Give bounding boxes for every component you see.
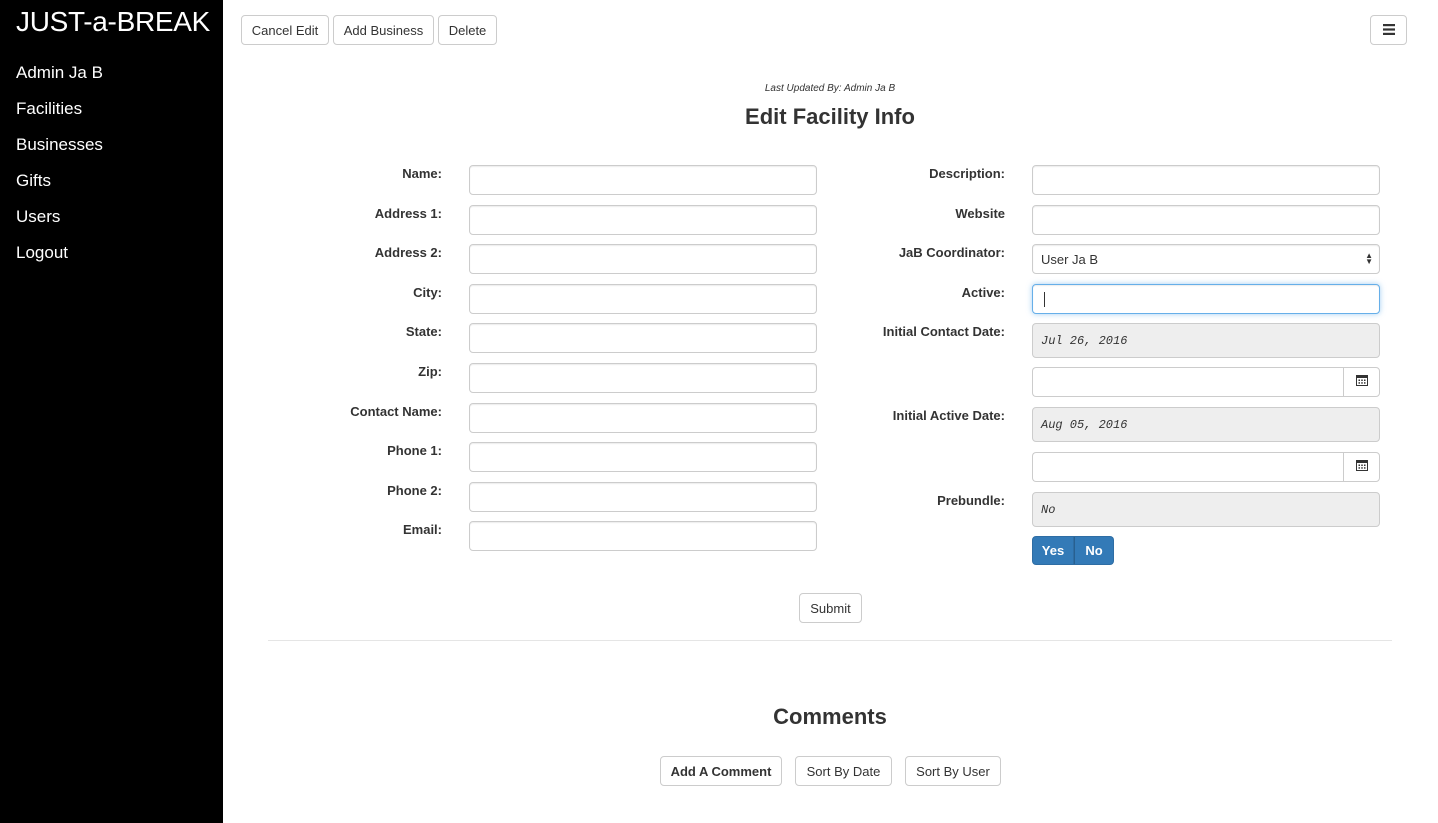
phone1-label: Phone 1: — [387, 443, 442, 458]
address1-input[interactable] — [469, 205, 817, 235]
website-label: Website — [955, 206, 1005, 221]
prebundle-label: Prebundle: — [937, 493, 1005, 508]
cancel-edit-button[interactable]: Cancel Edit — [241, 15, 329, 45]
calendar-icon — [1355, 373, 1368, 391]
zip-input[interactable] — [469, 363, 817, 393]
initial-contact-calendar-button[interactable] — [1343, 367, 1380, 397]
address2-label: Address 2: — [374, 245, 442, 260]
prebundle-toggle: Yes No — [1032, 536, 1114, 565]
email-input[interactable] — [469, 521, 817, 551]
email-label: Email: — [402, 522, 442, 537]
name-input[interactable] — [469, 165, 817, 195]
city-label: City: — [413, 285, 442, 300]
comments-title: Comments — [773, 704, 887, 729]
add-business-button[interactable]: Add Business — [333, 15, 434, 45]
hamburger-menu-icon — [1382, 23, 1395, 38]
prebundle-no-button[interactable]: No — [1074, 536, 1114, 565]
name-label: Name: — [402, 166, 442, 181]
section-divider — [268, 640, 1392, 641]
initial-contact-date-input[interactable] — [1032, 367, 1344, 397]
phone1-input[interactable] — [469, 442, 817, 472]
sort-by-user-button[interactable]: Sort By User — [905, 756, 1001, 786]
active-input[interactable] — [1032, 284, 1380, 314]
address1-label: Address 1: — [374, 206, 442, 221]
prebundle-display: No — [1032, 492, 1380, 527]
description-label: Description: — [929, 166, 1005, 181]
calendar-icon — [1355, 458, 1368, 476]
initial-contact-display: Jul 26, 2016 — [1032, 323, 1380, 358]
sidebar-item-gifts[interactable]: Gifts — [16, 171, 51, 191]
phone2-input[interactable] — [469, 482, 817, 512]
initial-active-date-input[interactable] — [1032, 452, 1344, 482]
text-caret — [1044, 292, 1045, 307]
contact-name-input[interactable] — [469, 403, 817, 433]
sidebar-item-businesses[interactable]: Businesses — [16, 135, 103, 155]
menu-button[interactable] — [1370, 15, 1407, 45]
coordinator-value: User Ja B — [1041, 251, 1099, 267]
initial-active-label: Initial Active Date: — [892, 408, 1005, 423]
coordinator-label: JaB Coordinator: — [898, 245, 1005, 260]
sort-by-date-button[interactable]: Sort By Date — [795, 756, 892, 786]
phone2-label: Phone 2: — [387, 483, 442, 498]
contact-name-label: Contact Name: — [350, 404, 442, 419]
sidebar: JUST-a-BREAK Admin Ja B Facilities Busin… — [0, 0, 223, 823]
website-input[interactable] — [1032, 205, 1380, 235]
state-label: State: — [405, 324, 442, 339]
zip-label: Zip: — [418, 364, 442, 379]
initial-active-calendar-button[interactable] — [1343, 452, 1380, 482]
last-updated-text: Last Updated By: Admin Ja B — [764, 83, 896, 94]
sidebar-item-users[interactable]: Users — [16, 207, 60, 227]
description-input[interactable] — [1032, 165, 1380, 195]
active-label: Active: — [961, 285, 1005, 300]
sidebar-item-logout[interactable]: Logout — [16, 243, 68, 263]
address2-input[interactable] — [469, 244, 817, 274]
initial-active-display: Aug 05, 2016 — [1032, 407, 1380, 442]
city-input[interactable] — [469, 284, 817, 314]
sidebar-item-admin[interactable]: Admin Ja B — [16, 63, 103, 83]
initial-contact-label: Initial Contact Date: — [882, 324, 1005, 339]
delete-button[interactable]: Delete — [438, 15, 497, 45]
brand-title[interactable]: JUST-a-BREAK — [16, 6, 210, 38]
sidebar-item-facilities[interactable]: Facilities — [16, 99, 82, 119]
state-input[interactable] — [469, 323, 817, 353]
prebundle-yes-button[interactable]: Yes — [1032, 536, 1074, 565]
submit-button[interactable]: Submit — [799, 593, 862, 623]
coordinator-select[interactable]: User Ja B ▲ ▼ — [1032, 244, 1380, 274]
select-arrows-icon: ▲ ▼ — [1365, 251, 1373, 266]
add-comment-button[interactable]: Add A Comment — [660, 756, 782, 786]
page-title: Edit Facility Info — [745, 104, 915, 129]
